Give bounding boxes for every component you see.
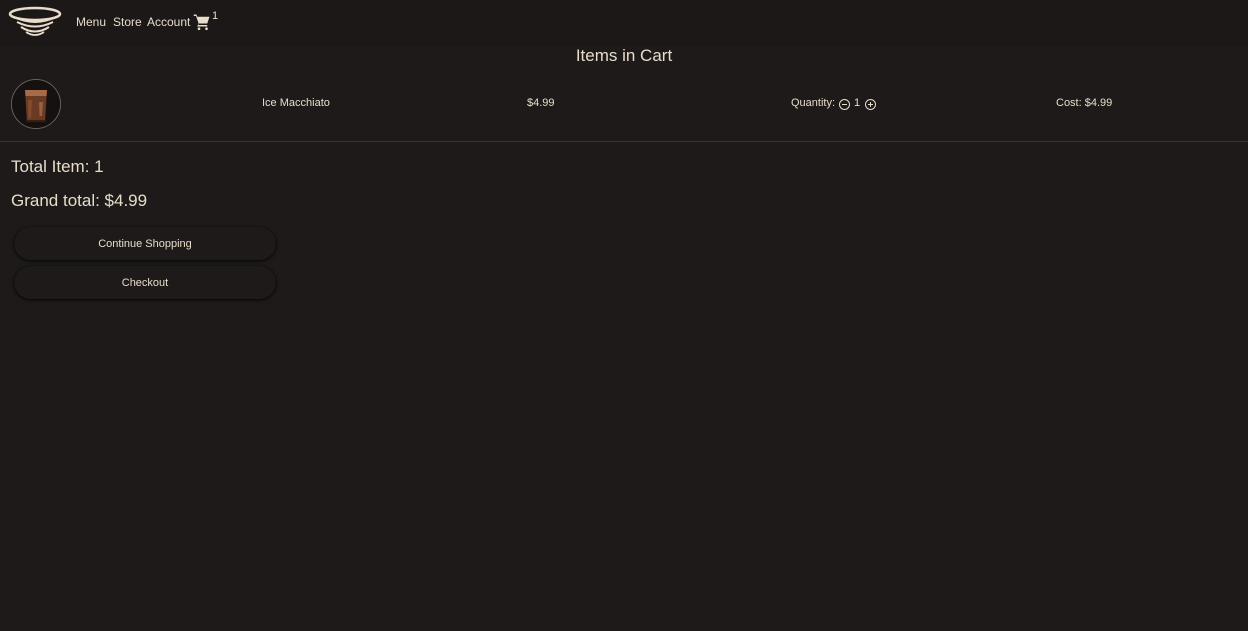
continue-shopping-button[interactable]: Continue Shopping xyxy=(14,227,276,260)
page-title: Items in Cart xyxy=(575,46,673,65)
iced-coffee-image xyxy=(12,80,60,128)
item-name: Ice Macchiato xyxy=(262,97,330,109)
total-items: Total Item: 1 xyxy=(11,157,104,176)
nav-link-menu[interactable]: Menu xyxy=(76,15,106,29)
minus-icon xyxy=(842,104,847,105)
item-cost: Cost: $4.99 xyxy=(1056,97,1113,109)
logo-icon[interactable] xyxy=(8,5,62,39)
checkout-button[interactable]: Checkout xyxy=(14,266,276,299)
quantity-label: Quantity: xyxy=(791,97,836,109)
quantity-value: 1 xyxy=(854,97,861,109)
increase-quantity-button[interactable] xyxy=(865,99,876,110)
decrease-quantity-button[interactable] xyxy=(839,99,850,110)
grand-total: Grand total: $4.99 xyxy=(11,191,148,210)
item-price: $4.99 xyxy=(527,97,555,109)
cart-item-row: Ice Macchiato $4.99 Quantity: 1 Cost: $4… xyxy=(0,72,1248,142)
product-thumbnail xyxy=(11,79,61,129)
top-navbar: Menu Store Account 1 xyxy=(0,0,1248,46)
cart-count-badge: 1 xyxy=(212,10,219,22)
nav-link-account[interactable]: Account xyxy=(147,15,190,29)
plus-icon-vertical xyxy=(870,102,871,107)
shopping-cart-icon[interactable] xyxy=(193,13,211,31)
nav-link-store[interactable]: Store xyxy=(113,15,142,29)
